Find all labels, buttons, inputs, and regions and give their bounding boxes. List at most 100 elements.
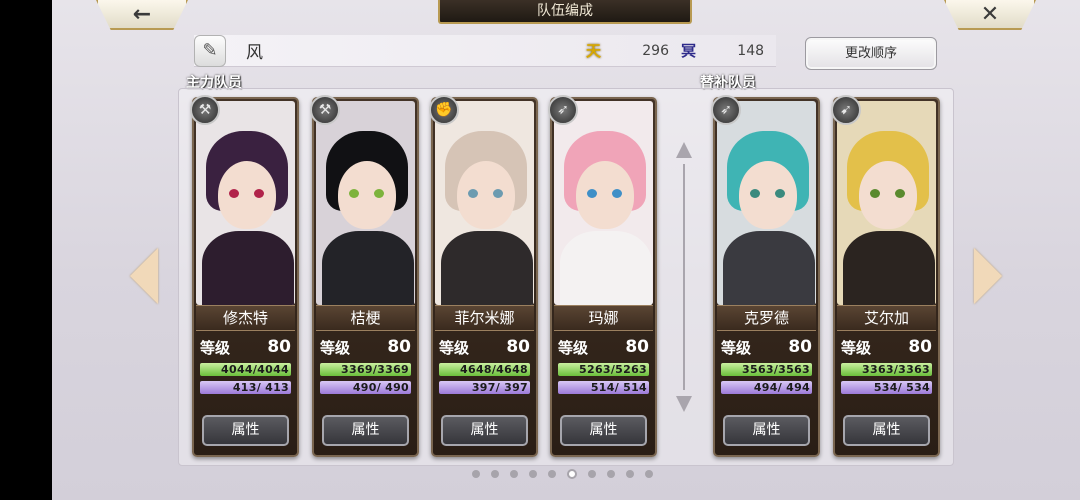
mp-bar: 514/ 514: [558, 381, 649, 394]
up-arrow-icon: [676, 142, 692, 158]
member-card[interactable]: ⚒ 桔梗 等级 80 3369/3369 490/ 490 属性: [310, 95, 419, 457]
prev-page-arrow-icon[interactable]: [130, 248, 158, 304]
portrait-eye: [750, 189, 760, 198]
character-name: 菲尔米娜: [435, 305, 534, 331]
mp-bar: 534/ 534: [841, 381, 932, 394]
back-arrow-icon: ←: [132, 1, 152, 27]
level-value: 80: [625, 337, 649, 357]
portrait-face: [576, 161, 634, 229]
portrait-eye: [374, 189, 384, 198]
level-row: 等级 80: [200, 335, 291, 359]
bow-class-icon: ➶: [548, 95, 578, 125]
next-page-arrow-icon[interactable]: [974, 248, 1002, 304]
bow-class-icon: ➶: [711, 95, 741, 125]
level-row: 等级 80: [320, 335, 411, 359]
portrait-body: [560, 231, 652, 305]
character-portrait: [717, 101, 816, 305]
character-portrait: [837, 101, 936, 305]
page-dot[interactable]: [529, 470, 537, 478]
reorder-button[interactable]: 更改顺序: [805, 37, 937, 70]
close-button[interactable]: ✕: [944, 0, 1036, 30]
page-dot[interactable]: [607, 470, 615, 478]
back-button[interactable]: ←: [96, 0, 188, 30]
page-dot[interactable]: [567, 469, 577, 479]
member-card[interactable]: ➹ 艾尔加 等级 80 3363/3363 534/ 534 属性: [831, 95, 940, 457]
hp-bar: 5263/5263: [558, 363, 649, 376]
portrait-eye: [493, 189, 503, 198]
mp-bar: 494/ 494: [721, 381, 812, 394]
portrait-eye: [775, 189, 785, 198]
portrait-face: [218, 161, 276, 229]
pen-icon[interactable]: ✎: [194, 34, 226, 67]
close-icon: ✕: [980, 1, 1000, 27]
level-label: 等级: [558, 338, 589, 357]
page-dot[interactable]: [491, 470, 499, 478]
attribute-button[interactable]: 属性: [723, 415, 810, 446]
hp-bar: 4044/4044: [200, 363, 291, 376]
level-row: 等级 80: [841, 335, 932, 359]
member-card[interactable]: ➶ 玛娜 等级 80 5263/5263 514/ 514 属性: [548, 95, 657, 457]
level-label: 等级: [439, 338, 470, 357]
hp-bar: 3369/3369: [320, 363, 411, 376]
page-dot[interactable]: [472, 470, 480, 478]
level-row: 等级 80: [439, 335, 530, 359]
level-value: 80: [387, 337, 411, 357]
character-name: 桔梗: [316, 305, 415, 331]
attribute-button[interactable]: 属性: [441, 415, 528, 446]
character-name: 克罗德: [717, 305, 816, 331]
hp-bar: 3563/3563: [721, 363, 812, 376]
portrait-eye: [895, 189, 905, 198]
character-name: 修杰特: [196, 305, 295, 331]
portrait-eye: [468, 189, 478, 198]
attribute-button[interactable]: 属性: [202, 415, 289, 446]
gold-currency-icon: 天: [585, 42, 601, 60]
level-value: 80: [506, 337, 530, 357]
level-value: 80: [267, 337, 291, 357]
axe-class-icon: ⚒: [310, 95, 340, 125]
level-value: 80: [908, 337, 932, 357]
attribute-button[interactable]: 属性: [560, 415, 647, 446]
hp-bar: 3363/3363: [841, 363, 932, 376]
page-indicator: [472, 469, 653, 479]
screen: ← 队伍编成 ✕ ✎ 风 天 296 冥 148 更改顺序 主力队员 替补队员 …: [52, 0, 1080, 500]
dark-currency-icon: 冥: [681, 42, 697, 60]
page-dot[interactable]: [510, 470, 518, 478]
character-portrait: [435, 101, 534, 305]
hp-bar: 4648/4648: [439, 363, 530, 376]
attribute-button[interactable]: 属性: [322, 415, 409, 446]
gold-currency-value: 296: [642, 42, 669, 59]
level-label: 等级: [841, 338, 872, 357]
portrait-eye: [587, 189, 597, 198]
page-dot[interactable]: [588, 470, 596, 478]
page-dot[interactable]: [548, 470, 556, 478]
mp-bar: 413/ 413: [200, 381, 291, 394]
member-card[interactable]: ✊ 菲尔米娜 等级 80 4648/4648 397/ 397 属性: [429, 95, 538, 457]
character-portrait: [196, 101, 295, 305]
level-value: 80: [788, 337, 812, 357]
portrait-body: [202, 231, 294, 305]
character-portrait: [554, 101, 653, 305]
mp-bar: 397/ 397: [439, 381, 530, 394]
spear-class-icon: ➹: [831, 95, 861, 125]
page-dot[interactable]: [626, 470, 634, 478]
member-card[interactable]: ⚒ 修杰特 等级 80 4044/4044 413/ 413 属性: [190, 95, 299, 457]
portrait-face: [338, 161, 396, 229]
portrait-face: [739, 161, 797, 229]
mp-bar: 490/ 490: [320, 381, 411, 394]
portrait-eye: [349, 189, 359, 198]
team-name: 风: [246, 43, 263, 63]
dark-currency-value: 148: [737, 42, 765, 59]
level-row: 等级 80: [721, 335, 812, 359]
portrait-eye: [870, 189, 880, 198]
page-dot[interactable]: [645, 470, 653, 478]
level-label: 等级: [200, 338, 231, 357]
attribute-button[interactable]: 属性: [843, 415, 930, 446]
character-name: 玛娜: [554, 305, 653, 331]
axe-class-icon: ⚒: [190, 95, 220, 125]
team-name-row: ✎ 风 天 296 冥 148: [194, 34, 776, 67]
member-card[interactable]: ➶ 克罗德 等级 80 3563/3563 494/ 494 属性: [711, 95, 820, 457]
page-title: 队伍编成: [438, 0, 692, 24]
portrait-body: [441, 231, 533, 305]
fist-class-icon: ✊: [429, 95, 459, 125]
swap-indicator-line: [683, 164, 685, 390]
